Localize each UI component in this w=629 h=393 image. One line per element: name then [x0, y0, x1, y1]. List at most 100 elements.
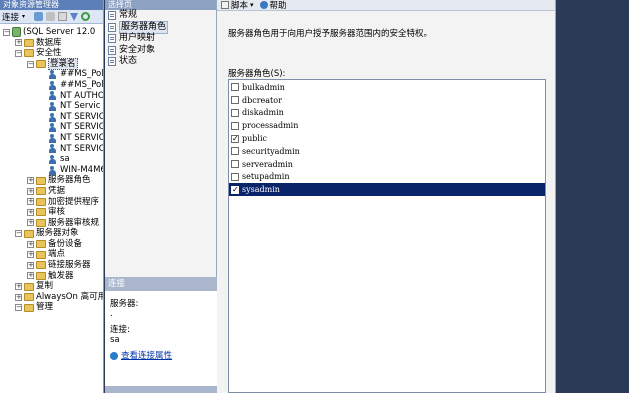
script-dropdown-icon[interactable]: ▾: [250, 1, 254, 9]
tree-node-label: AlwaysOn 高可用: [36, 291, 104, 302]
tree-node[interactable]: − 登录名: [0, 57, 103, 71]
folder-icon: [36, 176, 46, 185]
tree-node[interactable]: NT Servic: [0, 101, 103, 112]
disconnect-icon[interactable]: [46, 12, 56, 21]
expand-icon[interactable]: +: [27, 177, 34, 185]
server-role-checkbox[interactable]: ✓: [231, 185, 239, 194]
connect-dropdown-icon[interactable]: ▾: [22, 12, 31, 21]
expand-icon[interactable]: +: [27, 187, 34, 195]
folder-icon: [36, 240, 46, 249]
tree-node[interactable]: + 服务器审核规: [0, 218, 103, 229]
server-role-row[interactable]: processadmin: [229, 119, 545, 132]
select-page-item[interactable]: 服务器角色: [105, 20, 216, 34]
server-role-checkbox[interactable]: [231, 160, 239, 169]
tree-node[interactable]: NT AUTHOR: [0, 91, 103, 102]
tree-node[interactable]: + 触发器: [0, 271, 103, 282]
select-page-item[interactable]: 状态: [105, 56, 216, 68]
tree-node[interactable]: NT SERVIC: [0, 112, 103, 123]
help-label: 帮助: [269, 1, 287, 11]
server-role-row[interactable]: securityadmin: [229, 145, 545, 158]
tree-node[interactable]: NT SERVIC: [0, 122, 103, 133]
user-icon: [48, 144, 57, 154]
expand-icon[interactable]: +: [27, 261, 34, 269]
tree-node-label: 服务器审核规: [48, 217, 100, 228]
collapse-icon[interactable]: −: [27, 60, 34, 68]
tree-node-label: 端点: [48, 249, 66, 260]
connect-db-icon[interactable]: [34, 12, 44, 21]
server-role-row[interactable]: setupadmin: [229, 171, 545, 184]
server-role-row[interactable]: diskadmin: [229, 107, 545, 120]
tree-node[interactable]: + 链接服务器: [0, 260, 103, 271]
stop-icon[interactable]: [58, 12, 68, 21]
collapse-icon[interactable]: −: [15, 230, 22, 238]
tree-node[interactable]: + 审核: [0, 207, 103, 218]
tree-node[interactable]: + 备份设备: [0, 239, 103, 250]
expand-icon[interactable]: +: [27, 272, 34, 280]
collapse-icon[interactable]: −: [15, 49, 22, 57]
script-button[interactable]: 脚本 ▾: [221, 0, 254, 11]
tree-node[interactable]: + 服务器角色: [0, 175, 103, 186]
collapse-icon[interactable]: −: [3, 28, 10, 36]
filter-icon[interactable]: [70, 12, 79, 21]
tree-node[interactable]: + 端点: [0, 249, 103, 260]
expand-icon[interactable]: +: [27, 240, 34, 248]
expand-icon[interactable]: +: [27, 219, 34, 227]
server-role-row[interactable]: bulkadmin: [229, 81, 545, 94]
view-connection-properties-label[interactable]: 查看连接属性: [121, 351, 172, 361]
server-role-checkbox[interactable]: [231, 147, 239, 156]
server-role-checkbox[interactable]: [231, 121, 239, 130]
tree-node[interactable]: − (SQL Server 12.0: [0, 27, 103, 38]
server-role-checkbox[interactable]: [231, 172, 239, 181]
expand-icon[interactable]: +: [15, 293, 22, 301]
server-roles-description: 服务器角色用于向用户授予服务器范围内的安全特权。: [228, 29, 433, 39]
select-page-item[interactable]: 用户映射: [105, 33, 216, 45]
tree-node[interactable]: + 复制: [0, 281, 103, 292]
server-role-checkbox[interactable]: [231, 83, 239, 92]
tree-node[interactable]: ##MS_Poli: [0, 80, 103, 91]
server-roles-label: 服务器角色(S):: [228, 69, 286, 79]
tree-node-label: WIN-M4M63: [60, 164, 103, 175]
expand-icon[interactable]: +: [15, 283, 22, 291]
expand-icon[interactable]: +: [27, 208, 34, 216]
tree-node[interactable]: ##MS_Poli: [0, 69, 103, 80]
tree-node[interactable]: + 加密提供程序: [0, 197, 103, 208]
tree-node[interactable]: − 管理: [0, 302, 103, 313]
tree-node[interactable]: + AlwaysOn 高可用: [0, 292, 103, 303]
refresh-icon[interactable]: [81, 12, 91, 21]
server-role-name: processadmin: [242, 121, 299, 131]
server-role-checkbox[interactable]: [231, 96, 239, 105]
content-toolbar: 脚本 ▾ 帮助: [217, 0, 555, 11]
folder-icon: [36, 218, 46, 227]
connect-button[interactable]: 连接: [2, 11, 19, 23]
tree-node[interactable]: + 数据库: [0, 38, 103, 49]
script-label: 脚本: [231, 1, 249, 11]
collapse-icon[interactable]: −: [15, 304, 22, 312]
tree-node[interactable]: + 凭据: [0, 186, 103, 197]
expand-icon[interactable]: +: [27, 251, 34, 259]
page-icon: [108, 34, 116, 44]
help-button[interactable]: 帮助: [259, 0, 287, 11]
tree-node[interactable]: NT SERVIC: [0, 144, 103, 155]
server-roles-list[interactable]: bulkadmin dbcreator diskadmin processadmin ✓…: [228, 79, 546, 393]
server-role-checkbox[interactable]: ✓: [231, 134, 239, 143]
expand-icon[interactable]: +: [15, 39, 22, 47]
page-icon: [108, 57, 116, 67]
view-connection-properties-link[interactable]: 查看连接属性: [110, 351, 212, 361]
tree-node-label: 服务器对象: [36, 228, 79, 239]
tree-node[interactable]: − 服务器对象: [0, 228, 103, 239]
connection-properties-icon: [110, 352, 118, 360]
server-role-row[interactable]: serveradmin: [229, 158, 545, 171]
tree-node[interactable]: WIN-M4M63: [0, 165, 103, 176]
folder-icon: [36, 197, 46, 206]
select-page-item[interactable]: 安全对象: [105, 45, 216, 57]
connection-title: 连接: [105, 277, 217, 291]
tree-node[interactable]: NT SERVIC: [0, 133, 103, 144]
tree-node[interactable]: sa: [0, 154, 103, 165]
server-role-checkbox[interactable]: [231, 108, 239, 117]
server-role-row[interactable]: ✓ sysadmin: [229, 183, 545, 197]
expand-icon[interactable]: +: [27, 198, 34, 206]
server-role-row[interactable]: ✓ public: [229, 132, 545, 145]
server-role-row[interactable]: dbcreator: [229, 94, 545, 107]
